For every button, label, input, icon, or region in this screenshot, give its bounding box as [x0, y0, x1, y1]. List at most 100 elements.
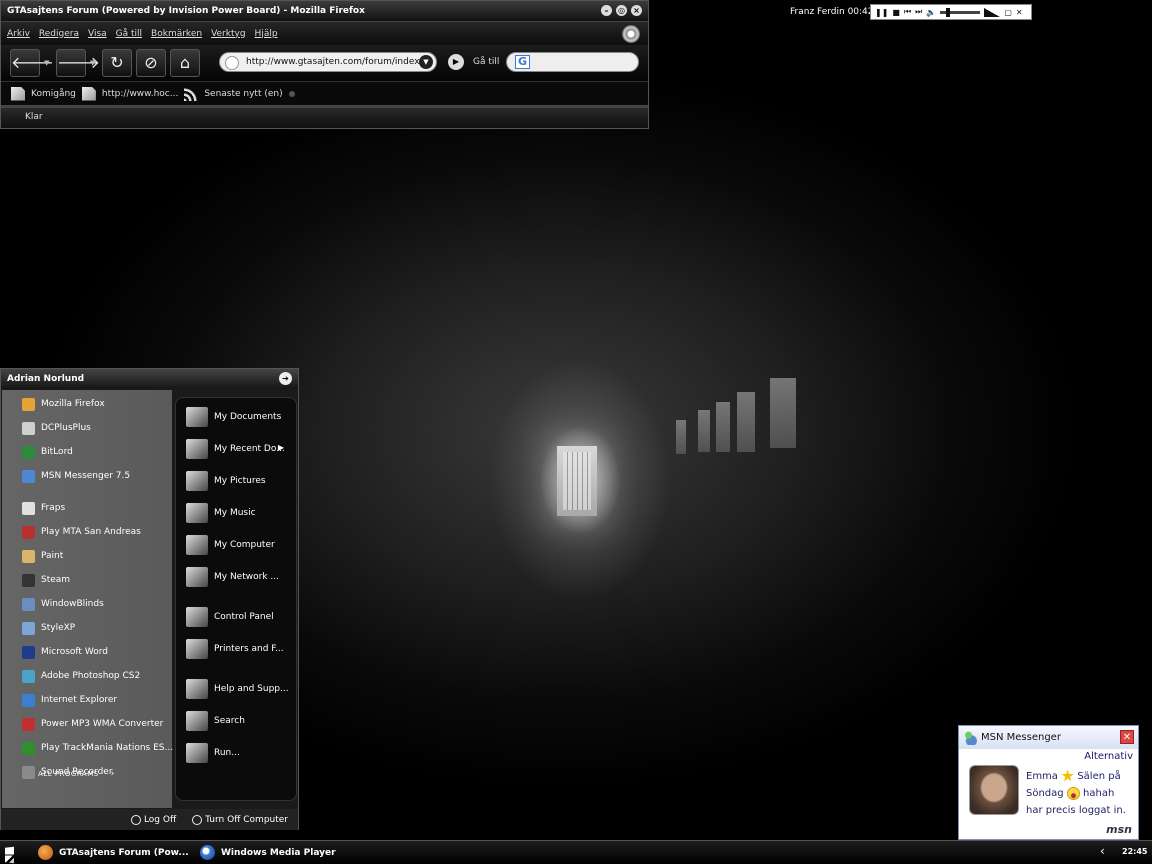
msn-notification[interactable]: MSN Messenger ✕ Alternativ Emma Sälen på… [958, 725, 1139, 840]
close-button[interactable]: × [631, 5, 642, 16]
menu-hjalp[interactable]: Hjälp [255, 29, 278, 39]
turn-off-button[interactable]: Turn Off Computer [192, 814, 288, 825]
clock[interactable]: 22:45 [1122, 847, 1147, 856]
tray-expand-icon[interactable]: ‹ [1100, 844, 1105, 858]
start-menu-place[interactable]: My Music [186, 502, 256, 524]
menu-verktyg[interactable]: Verktyg [211, 29, 245, 39]
start-menu-place[interactable]: My Pictures [186, 470, 266, 492]
start-menu-program[interactable]: BitLord [22, 443, 73, 461]
program-label: BitLord [41, 447, 73, 457]
start-button[interactable] [2, 843, 24, 864]
start-menu-program[interactable]: Steam [22, 571, 70, 589]
start-menu-place[interactable]: Control Panel [186, 606, 274, 628]
start-menu-place[interactable]: My Computer [186, 534, 275, 556]
menu-arkiv[interactable]: Arkiv [7, 29, 30, 39]
go-button[interactable]: ▶ [448, 54, 464, 70]
program-icon [22, 469, 35, 483]
program-icon [22, 445, 35, 459]
window-title: GTAsajtens Forum (Powered by Invision Po… [7, 6, 365, 16]
program-label: StyleXP [41, 623, 76, 633]
start-menu-program[interactable]: Play MTA San Andreas [22, 523, 141, 541]
taskbar-item-wmp[interactable]: Windows Media Player [200, 843, 336, 862]
bookmark-icon [81, 86, 96, 101]
taskbar-item-firefox[interactable]: GTAsajtens Forum (Pow... [38, 843, 189, 862]
start-menu-program[interactable]: WindowBlinds [22, 595, 104, 613]
msn-options-link[interactable]: Alternativ [1084, 751, 1133, 762]
start-menu-place[interactable]: Run... [186, 742, 240, 764]
restore-icon[interactable]: ▢ [1004, 8, 1012, 17]
firefox-titlebar[interactable]: GTAsajtens Forum (Powered by Invision Po… [1, 1, 648, 21]
url-history-dropdown-icon[interactable]: ▼ [419, 55, 433, 69]
menu-ga-till[interactable]: Gå till [116, 29, 142, 39]
program-icon [22, 645, 35, 659]
close-button[interactable]: ✕ [1120, 730, 1134, 744]
log-off-button[interactable]: Log Off [130, 814, 176, 825]
wallpaper-window [716, 402, 730, 452]
stop-icon[interactable]: ■ [892, 8, 900, 17]
program-icon [22, 741, 35, 755]
start-menu-program[interactable]: Adobe Photoshop CS2 [22, 667, 140, 685]
menu-bokmarken[interactable]: Bokmärken [151, 29, 202, 39]
start-menu-program[interactable]: Mozilla Firefox [22, 395, 105, 413]
navigation-toolbar: 🡐 ▼ 🡒 ▼ ↻ ⊘ ⌂ http://www.gtasajten.com/f… [1, 45, 648, 81]
pin-icon[interactable]: ➔ [279, 372, 292, 385]
previous-icon[interactable]: ⏮ [904, 7, 911, 17]
mute-icon[interactable]: 🔈 [926, 8, 936, 17]
bookmark-senaste-nytt[interactable]: Senaste nytt (en) [204, 89, 282, 99]
place-icon [186, 679, 208, 699]
start-menu-program[interactable]: Fraps [22, 499, 65, 517]
maximize-button[interactable]: ◎ [616, 5, 627, 16]
bookmark-komigang[interactable]: Komigång [31, 89, 76, 99]
close-icon[interactable]: ✕ [1016, 8, 1023, 17]
msn-titlebar: MSN Messenger ✕ [959, 726, 1138, 749]
start-menu-program[interactable]: Microsoft Word [22, 643, 108, 661]
url-bar[interactable]: http://www.gtasajten.com/forum/index.p ▼ [219, 52, 437, 72]
search-input[interactable]: G [506, 52, 639, 72]
all-programs-button[interactable]: ALL PROGRAMS › [38, 769, 115, 779]
go-label[interactable]: Gå till [473, 57, 499, 67]
windows-logo-icon [5, 846, 14, 864]
start-menu-place[interactable]: Printers and F... [186, 638, 284, 660]
start-menu-place[interactable]: My Network ... [186, 566, 279, 588]
back-dropdown-icon[interactable]: ▼ [44, 59, 52, 67]
pause-icon[interactable]: ❚❚ [875, 8, 888, 17]
start-menu-program[interactable]: Internet Explorer [22, 691, 117, 709]
start-menu-program[interactable]: DCPlusPlus [22, 419, 91, 437]
start-menu-program[interactable]: Paint [22, 547, 63, 565]
bookmark-hoc[interactable]: http://www.hoc... [102, 89, 178, 99]
start-menu-place[interactable]: Help and Supp... [186, 678, 289, 700]
task-label: Windows Media Player [221, 847, 336, 858]
start-menu-place[interactable]: My Recent Do... [186, 438, 285, 460]
home-button[interactable]: ⌂ [170, 49, 200, 77]
program-label: Paint [41, 551, 64, 561]
menu-redigera[interactable]: Redigera [39, 29, 79, 39]
menu-visa[interactable]: Visa [88, 29, 107, 39]
start-menu-program[interactable]: Power MP3 WMA Converter [22, 715, 163, 733]
next-icon[interactable]: ⏭ [915, 7, 922, 17]
programs-list: Mozilla Firefox DCPlusPlus BitLord MSN Mess… [2, 390, 173, 808]
back-button[interactable]: 🡐 [10, 49, 54, 77]
forward-dropdown-icon[interactable]: ▼ [90, 59, 98, 67]
start-menu-program[interactable]: StyleXP [22, 619, 75, 637]
program-label: Internet Explorer [41, 695, 118, 705]
search-engine-icon[interactable]: G [515, 55, 530, 69]
star-emoticon-icon [1061, 769, 1074, 782]
loading-dot-icon [288, 90, 295, 97]
program-icon [22, 717, 35, 731]
surprised-emoticon-icon [1066, 786, 1080, 800]
program-label: Microsoft Word [41, 647, 108, 657]
volume-slider[interactable] [940, 7, 981, 17]
reload-button[interactable]: ↻ [102, 49, 132, 77]
media-track-title: Franz Ferdin 00:42 [790, 7, 874, 17]
program-label: DCPlusPlus [41, 423, 91, 433]
program-label: Power MP3 WMA Converter [41, 719, 164, 729]
minimize-button[interactable]: – [601, 5, 612, 16]
program-label: Play MTA San Andreas [41, 527, 141, 537]
start-menu-program[interactable]: Play TrackMania Nations ES... [22, 739, 173, 757]
forward-button[interactable]: 🡒 [56, 49, 100, 77]
program-icon [22, 397, 35, 411]
start-menu-program[interactable]: MSN Messenger 7.5 [22, 467, 130, 485]
start-menu-place[interactable]: Search [186, 710, 245, 732]
stop-button[interactable]: ⊘ [136, 49, 166, 77]
start-menu-place[interactable]: My Documents [186, 406, 281, 428]
